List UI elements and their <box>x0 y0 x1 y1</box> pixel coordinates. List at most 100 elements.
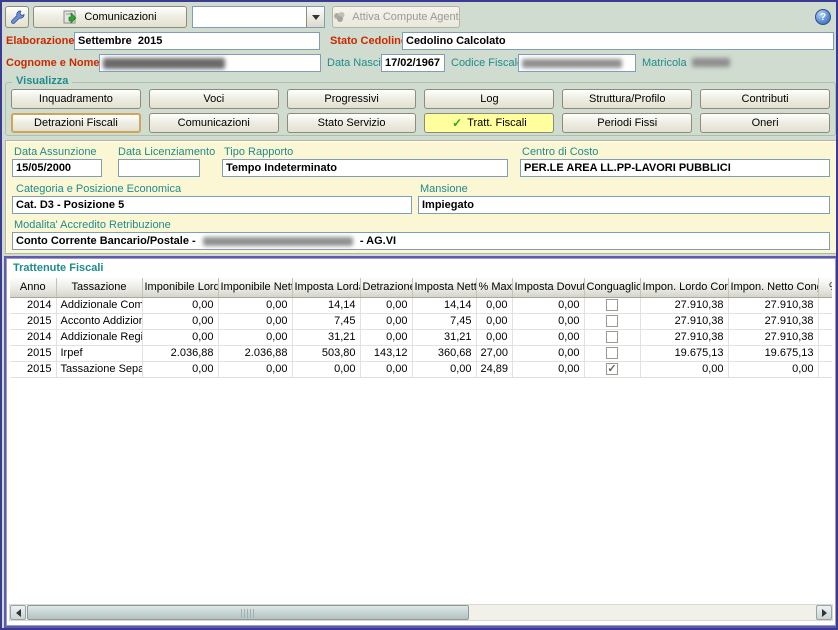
button-periodi-fissi[interactable]: Periodi Fissi <box>562 113 692 133</box>
cell-netto-cong: 27.910,38 <box>728 329 818 345</box>
cell-lordo-cong: 0,00 <box>640 361 728 377</box>
table-row[interactable]: 2015 Irpef 2.036,88 2.036,88 503,80 143,… <box>10 345 832 361</box>
cell-tassazione: Tassazione Separata <box>56 361 142 377</box>
tipo-rapporto-label: Tipo Rapporto <box>224 146 293 158</box>
button-tratt-fiscali[interactable]: ✓ Tratt. Fiscali <box>424 113 554 133</box>
conguaglio-checkbox[interactable] <box>606 315 618 327</box>
scroll-left-button[interactable] <box>10 605 26 620</box>
cell-imponibile-netto: 2.036,88 <box>218 345 292 361</box>
button-stato-servizio[interactable]: Stato Servizio <box>287 113 417 133</box>
cell-lordo-cong: 27.910,38 <box>640 329 728 345</box>
column-header-imponibile-netto[interactable]: Imponibile Netto <box>218 278 292 297</box>
conguaglio-checkbox[interactable] <box>606 363 618 375</box>
cell-imposta-lorda: 0,00 <box>292 361 360 377</box>
button-detrazioni-fiscali[interactable]: Detrazioni Fiscali <box>11 113 141 133</box>
column-header-detrazione[interactable]: Detrazione <box>360 278 412 297</box>
cell-imponibile-netto: 0,00 <box>218 361 292 377</box>
cell-pct-max: 27,00 <box>476 345 512 361</box>
cell-tassazione: Addizionale Regionale Il <box>56 329 142 345</box>
table-row[interactable]: 2015 Tassazione Separata 0,00 0,00 0,00 … <box>10 361 832 377</box>
column-header-anno[interactable]: Anno <box>10 278 56 297</box>
agent-icon <box>333 11 347 23</box>
mansione-label: Mansione <box>420 183 468 195</box>
cell-imponibile-lordo: 0,00 <box>142 329 218 345</box>
attiva-compute-agent-label: Attiva Compute Agent <box>352 11 458 23</box>
cell-imposta-dovuta: 0,00 <box>512 297 584 313</box>
categoria-field[interactable]: Cat. D3 - Posizione 5 <box>12 196 412 214</box>
arrow-right-icon <box>822 609 827 617</box>
elaborazione-field[interactable]: Settembre 2015 <box>74 32 320 50</box>
conguaglio-checkbox[interactable] <box>606 299 618 311</box>
button-voci[interactable]: Voci <box>149 89 279 109</box>
column-header-imposta-netta[interactable]: Imposta Netta <box>412 278 476 297</box>
help-icon[interactable]: ? <box>815 9 831 25</box>
cell-detrazione: 0,00 <box>360 361 412 377</box>
data-assunzione-label: Data Assunzione <box>14 146 97 158</box>
communication-icon <box>63 10 79 24</box>
data-licenziamento-field[interactable] <box>118 159 200 177</box>
button-inquadramento[interactable]: Inquadramento <box>11 89 141 109</box>
centro-costo-field[interactable]: PER.LE AREA LL.PP-LAVORI PUBBLICI <box>520 159 830 177</box>
tipo-rapporto-field[interactable]: Tempo Indeterminato <box>222 159 508 177</box>
centro-costo-label: Centro di Costo <box>522 146 598 158</box>
help-glyph: ? <box>820 12 826 23</box>
data-assunzione-field[interactable]: 15/05/2000 <box>12 159 102 177</box>
button-oneri[interactable]: Oneri <box>700 113 830 133</box>
stato-cedolino-field[interactable]: Cedolino Calcolato <box>402 32 834 50</box>
column-header-pct[interactable]: % <box>818 278 832 297</box>
codice-fiscale-field[interactable] <box>518 54 636 72</box>
cognome-nome-field[interactable] <box>99 54 321 72</box>
column-header-impon-netto-cong[interactable]: Impon. Netto Cong. <box>728 278 818 297</box>
toolbar-combobox[interactable] <box>192 6 325 28</box>
data-nascita-field[interactable]: 17/02/1967 <box>381 54 445 72</box>
table-row[interactable]: 2014 Addizionale Regionale Il 0,00 0,00 … <box>10 329 832 345</box>
chevron-down-icon <box>312 15 320 20</box>
column-header-pct-max[interactable]: % Max <box>476 278 512 297</box>
tools-button[interactable] <box>5 6 29 28</box>
horizontal-scrollbar[interactable] <box>9 604 833 621</box>
cell-conguaglio <box>584 345 640 361</box>
button-struttura-profilo[interactable]: Struttura/Profilo <box>562 89 692 109</box>
modalita-suffix: - AG.VI <box>357 235 396 247</box>
conguaglio-checkbox[interactable] <box>606 331 618 343</box>
column-header-impon-lordo-cong[interactable]: Impon. Lordo Cong. <box>640 278 728 297</box>
cell-detrazione: 0,00 <box>360 313 412 329</box>
cell-lordo-cong: 27.910,38 <box>640 313 728 329</box>
scrollbar-thumb[interactable] <box>27 605 469 620</box>
cell-pct <box>818 329 832 345</box>
column-header-imposta-lorda[interactable]: Imposta Lorda <box>292 278 360 297</box>
cell-imposta-dovuta: 0,00 <box>512 329 584 345</box>
scroll-right-button[interactable] <box>816 605 832 620</box>
table-row[interactable]: 2015 Acconto Addizionale Co 0,00 0,00 7,… <box>10 313 832 329</box>
button-comunicazioni-tab[interactable]: Comunicazioni <box>149 113 279 133</box>
column-header-tassazione[interactable]: Tassazione <box>56 278 142 297</box>
data-licenziamento-label: Data Licenziamento <box>118 146 215 158</box>
cell-anno: 2014 <box>10 297 56 313</box>
codice-fiscale-label: Codice Fiscale <box>451 57 523 69</box>
modalita-accredito-field[interactable]: Conto Corrente Bancario/Postale - - AG.V… <box>12 232 830 250</box>
cell-anno: 2015 <box>10 313 56 329</box>
combobox-value <box>193 7 306 27</box>
table-row[interactable]: 2014 Addizionale Comunale ir 0,00 0,00 1… <box>10 297 832 313</box>
combobox-dropdown-button[interactable] <box>306 7 324 27</box>
cell-tassazione: Irpef <box>56 345 142 361</box>
comunicazioni-button[interactable]: Comunicazioni <box>33 6 187 28</box>
mansione-field[interactable]: Impiegato <box>418 196 830 214</box>
cell-pct <box>818 345 832 361</box>
button-progressivi[interactable]: Progressivi <box>287 89 417 109</box>
cell-lordo-cong: 19.675,13 <box>640 345 728 361</box>
redacted-matricola <box>692 58 730 67</box>
column-header-imponibile-lordo[interactable]: Imponibile Lordo <box>142 278 218 297</box>
cell-imponibile-lordo: 0,00 <box>142 361 218 377</box>
button-contributi[interactable]: Contributi <box>700 89 830 109</box>
matricola-label: Matricola <box>642 57 687 69</box>
cell-imposta-netta: 0,00 <box>412 361 476 377</box>
column-header-imposta-dovuta[interactable]: Imposta Dovuta <box>512 278 584 297</box>
column-header-conguaglio[interactable]: Conguaglio <box>584 278 640 297</box>
trattenute-grid: Anno Tassazione Imponibile Lordo Imponib… <box>10 278 832 378</box>
cell-detrazione: 0,00 <box>360 297 412 313</box>
cell-pct-max: 0,00 <box>476 329 512 345</box>
conguaglio-checkbox[interactable] <box>606 347 618 359</box>
anagrafica-row: Cognome e Nome Data Nascita 17/02/1967 C… <box>2 54 836 74</box>
button-log[interactable]: Log <box>424 89 554 109</box>
